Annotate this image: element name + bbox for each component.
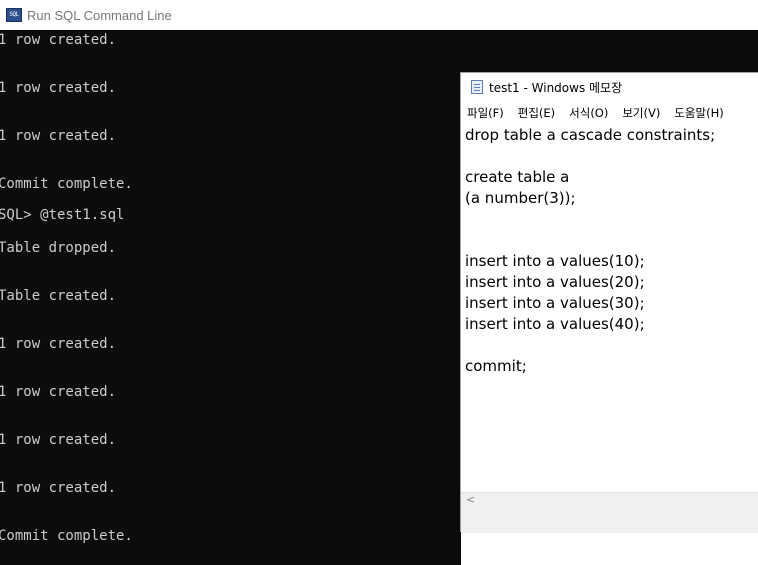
console-titlebar: SQL Run SQL Command Line [0, 0, 758, 30]
menu-help[interactable]: 도움말(H) [674, 105, 723, 121]
console-line: Commit complete. [0, 176, 133, 192]
text-line: insert into a values(20); [465, 273, 645, 291]
console-prompt-line: SQL> @test1.sql [0, 207, 125, 223]
console-line: 1 row created. [0, 32, 117, 48]
text-line: commit; [465, 357, 527, 375]
console-line: Commit complete. [0, 528, 133, 544]
text-line: insert into a values(40); [465, 315, 645, 333]
notepad-menubar: 파일(F) 편집(E) 서식(O) 보기(V) 도움말(H) [461, 101, 758, 125]
console-title: Run SQL Command Line [27, 7, 172, 23]
console-line: 1 row created. [0, 336, 117, 352]
text-line: drop table a cascade constraints; [465, 126, 716, 144]
text-line: (a number(3)); [465, 189, 576, 207]
console-line: 1 row created. [0, 480, 117, 496]
console-line: Table created. [0, 288, 117, 304]
scroll-left-arrow-icon[interactable]: < [466, 493, 475, 506]
console-line: 1 row created. [0, 384, 117, 400]
menu-format[interactable]: 서식(O) [569, 105, 608, 121]
console-line: Table dropped. [0, 240, 117, 256]
notepad-statusbar [461, 509, 758, 533]
notepad-title: test1 - Windows 메모장 [489, 80, 623, 95]
menu-edit[interactable]: 편집(E) [518, 105, 555, 121]
console-line: 1 row created. [0, 128, 117, 144]
console-line: 1 row created. [0, 432, 117, 448]
menu-view[interactable]: 보기(V) [622, 105, 660, 121]
console-line: 1 row created. [0, 80, 117, 96]
sql-app-icon: SQL [6, 8, 22, 22]
notepad-titlebar[interactable]: test1 - Windows 메모장 [461, 73, 758, 101]
text-line: insert into a values(30); [465, 294, 645, 312]
text-line: create table a [465, 168, 570, 186]
notepad-icon [471, 80, 483, 94]
text-line: insert into a values(10); [465, 252, 645, 270]
notepad-window: test1 - Windows 메모장 파일(F) 편집(E) 서식(O) 보기… [460, 72, 758, 565]
menu-file[interactable]: 파일(F) [467, 105, 504, 121]
horizontal-scrollbar[interactable]: < [461, 492, 758, 509]
